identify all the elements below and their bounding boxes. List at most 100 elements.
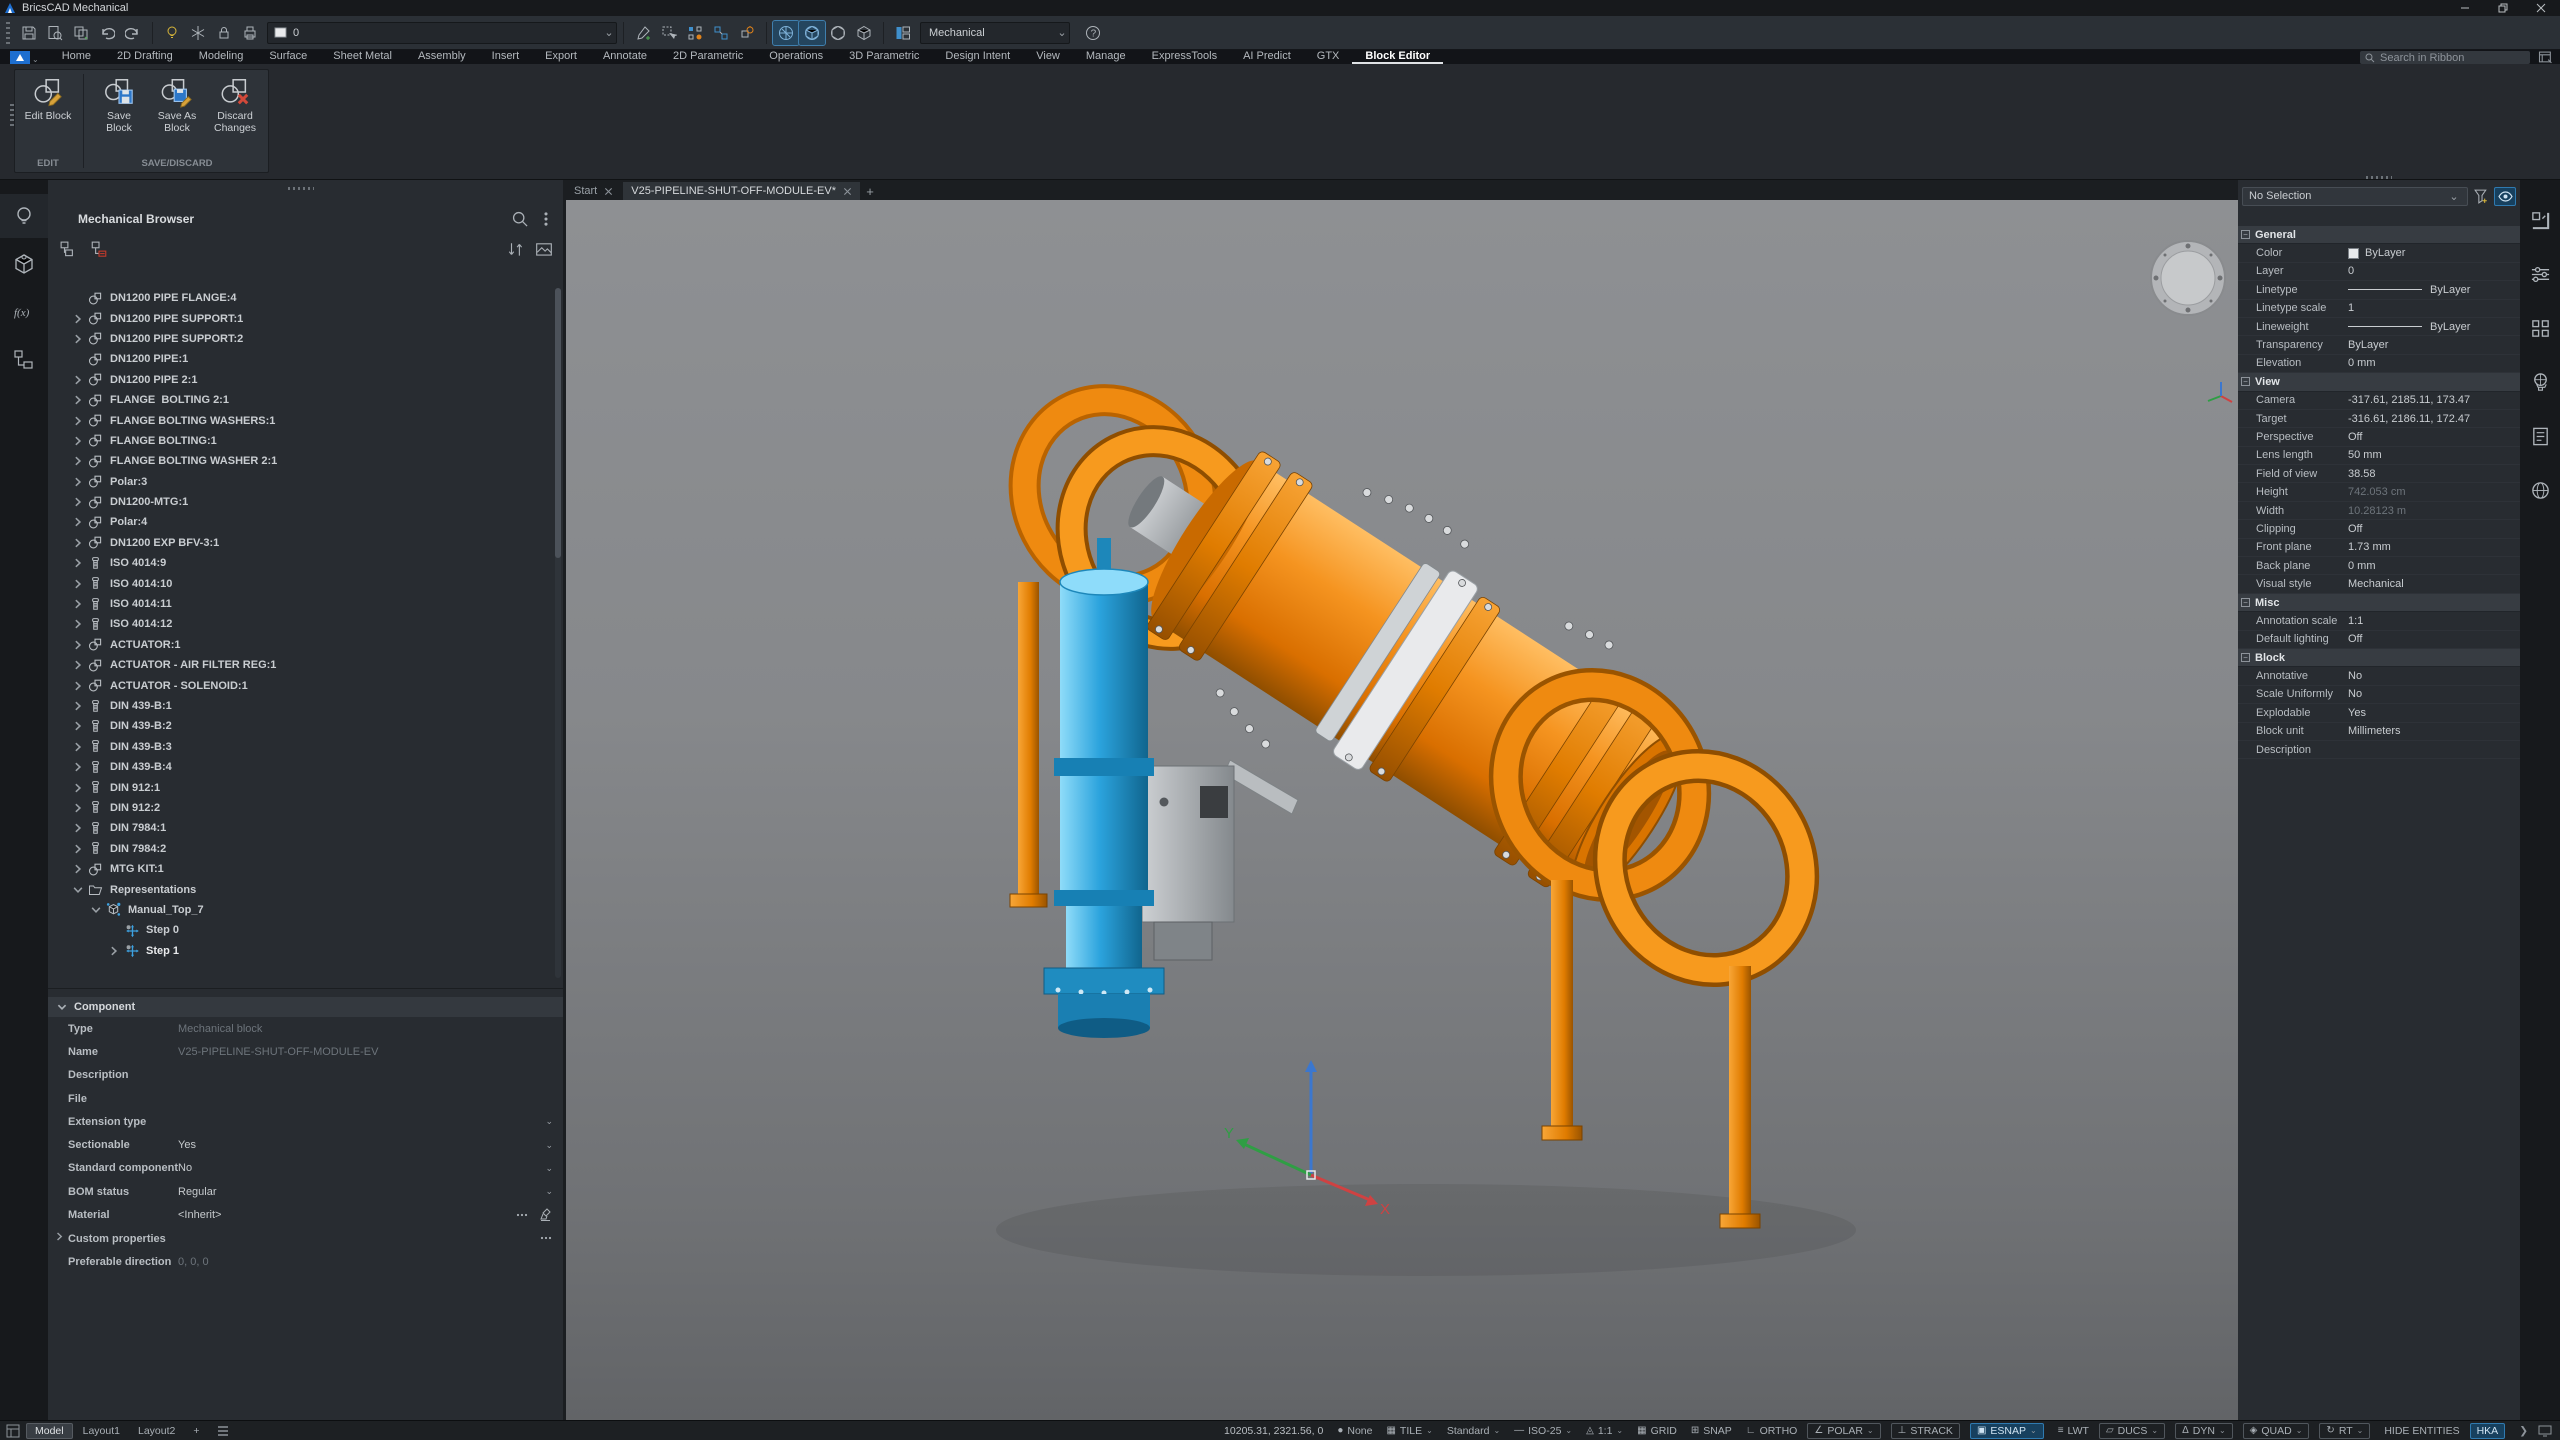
status-toggle-rt[interactable]: ↻RT⌄ (2319, 1423, 2370, 1439)
ribbon-tab-modeling[interactable]: Modeling (186, 50, 257, 64)
chevron-right-icon[interactable] (72, 455, 84, 467)
status-toggle-lwt[interactable]: ≡LWT (2058, 1425, 2089, 1437)
chevron-right-icon[interactable] (72, 618, 84, 630)
edit-block-button[interactable]: Edit Block (19, 74, 77, 156)
redo-button[interactable] (120, 21, 146, 45)
chevron-right-icon[interactable] (72, 333, 84, 345)
property-value[interactable]: -317.61, 2185.11, 173.47 (2348, 394, 2470, 406)
lock-button[interactable] (211, 21, 237, 45)
status-toggle-none[interactable]: ●None (1337, 1425, 1372, 1437)
tree-item-dn1200-pipe-1[interactable]: DN1200 PIPE:1 (48, 349, 553, 369)
save-block-button[interactable]: Save Block (90, 74, 148, 156)
chevron-down-icon[interactable]: ⌄ (545, 1116, 553, 1127)
ribbon-tab-expresstools[interactable]: ExpressTools (1139, 50, 1230, 64)
toolbar-grip[interactable] (6, 22, 10, 44)
property-value[interactable]: ByLayer (2348, 339, 2388, 351)
status-toggle-polar[interactable]: ∠POLAR⌄ (1807, 1423, 1880, 1439)
status-toggle-ducs[interactable]: ▱DUCS⌄ (2099, 1423, 2165, 1439)
property-value[interactable]: 0 mm (2348, 357, 2376, 369)
ribbon-tab-surface[interactable]: Surface (256, 50, 320, 64)
chevron-right-icon[interactable] (72, 741, 84, 753)
layout-tab-model[interactable]: Model (26, 1423, 73, 1439)
tree-item-din-912-2[interactable]: DIN 912:2 (48, 798, 553, 818)
chevron-right-icon[interactable] (72, 374, 84, 386)
navigation-compass[interactable] (2151, 241, 2225, 315)
chevron-down-icon[interactable]: ⌄ (545, 1186, 553, 1197)
layout-tab-layout1[interactable]: Layout1 (75, 1424, 128, 1438)
property-value[interactable]: -316.61, 2186.11, 172.47 (2348, 413, 2470, 425)
vcube4-button[interactable] (851, 21, 877, 45)
status-toggle-1-1[interactable]: ◬1:1⌄ (1586, 1425, 1623, 1437)
tree-item-actuator-air-filter-reg-1[interactable]: ACTUATOR - AIR FILTER REG:1 (48, 655, 553, 675)
ribbon-tab-block-editor[interactable]: Block Editor (1352, 50, 1443, 64)
chevron-right-icon[interactable] (72, 537, 84, 549)
chevron-right-icon[interactable] (72, 578, 84, 590)
vcube2-button[interactable] (799, 21, 825, 45)
corner-panel-button[interactable] (2520, 196, 2560, 244)
tree-item-actuator-solenoid-1[interactable]: ACTUATOR - SOLENOID:1 (48, 675, 553, 695)
tree-item-iso-4014-11[interactable]: ISO 4014:11 (48, 594, 553, 614)
preview-button[interactable] (42, 21, 68, 45)
vcube1-button[interactable] (773, 21, 799, 45)
property-value[interactable]: 0 (2348, 265, 2354, 277)
chevron-right-icon[interactable] (72, 415, 84, 427)
status-toggle-grid[interactable]: ▦GRID (1637, 1425, 1677, 1437)
viewport-canvas[interactable]: Y X (566, 200, 2238, 1420)
tree-item-iso-4014-10[interactable]: ISO 4014:10 (48, 573, 553, 593)
tree-item-dn1200-pipe-flange-4[interactable]: DN1200 PIPE FLANGE:4 (48, 288, 553, 308)
close-icon[interactable] (843, 187, 852, 196)
vcube3-button[interactable] (825, 21, 851, 45)
kebab-menu-icon[interactable] (537, 210, 555, 228)
document-tab-v25-pipeline-shut-off-module-ev[interactable]: V25-PIPELINE-SHUT-OFF-MODULE-EV* (623, 182, 860, 200)
tree-item-step-1[interactable]: Step 1 (48, 941, 553, 961)
property-value[interactable]: Off (2348, 633, 2362, 645)
freeze-button[interactable] (185, 21, 211, 45)
ribbon-tab-sheet-metal[interactable]: Sheet Metal (320, 50, 405, 64)
property-value[interactable]: 1 (2348, 302, 2354, 314)
ribbon-tab-view[interactable]: View (1023, 50, 1073, 64)
discard-changes-button[interactable]: Discard Changes (206, 74, 264, 156)
property-value[interactable]: Regular (178, 1186, 217, 1198)
chevron-right-icon[interactable] (72, 557, 84, 569)
property-value[interactable]: 1:1 (2348, 615, 2363, 627)
ribbon-tab-3d-parametric[interactable]: 3D Parametric (836, 50, 932, 64)
blocks-panel-button[interactable] (2520, 304, 2560, 352)
chevron-down-icon[interactable]: ⌄ (1867, 1426, 1874, 1435)
filter-icon[interactable] (2473, 188, 2490, 205)
print-button[interactable] (237, 21, 263, 45)
visibility-toggle-button[interactable] (2494, 187, 2516, 206)
property-value[interactable]: 38.58 (2348, 468, 2376, 480)
ribbon-tab-insert[interactable]: Insert (479, 50, 533, 64)
chevron-down-icon[interactable]: ⌄ (545, 1140, 553, 1151)
property-value[interactable]: Off (2348, 431, 2362, 443)
sliders-panel-button[interactable] (2520, 250, 2560, 298)
composition-button[interactable] (890, 21, 916, 45)
selection-dropdown[interactable]: No Selection ⌄ (2242, 187, 2468, 206)
chevron-right-icon[interactable] (72, 720, 84, 732)
property-value[interactable]: 10.28123 m (2348, 505, 2406, 517)
property-value[interactable]: No (178, 1162, 192, 1174)
ribbon-tab-export[interactable]: Export (532, 50, 590, 64)
chevron-down-icon[interactable]: ⌄ (1565, 1426, 1572, 1435)
undo-button[interactable] (94, 21, 120, 45)
dots-icon[interactable] (515, 1208, 529, 1222)
status-toggle-ortho[interactable]: ∟ORTHO (1746, 1425, 1798, 1437)
chevron-down-icon[interactable]: ⌄ (1616, 1426, 1623, 1435)
search-icon[interactable] (511, 210, 529, 228)
property-value[interactable]: V25-PIPELINE-SHUT-OFF-MODULE-EV (178, 1046, 378, 1058)
ribbon-tab-ai-predict[interactable]: AI Predict (1230, 50, 1304, 64)
chevron-down-icon[interactable]: ⌄ (2357, 1426, 2364, 1435)
property-value[interactable]: 742.053 cm (2348, 486, 2405, 498)
status-toggle-esnap[interactable]: ▣ESNAP⌄ (1970, 1423, 2044, 1439)
chevron-down-icon[interactable] (90, 904, 102, 916)
isolate-button[interactable] (734, 21, 760, 45)
chevron-down-icon[interactable]: ⌄ (1426, 1426, 1433, 1435)
tree-item-iso-4014-12[interactable]: ISO 4014:12 (48, 614, 553, 634)
tree-item-din-439-b-3[interactable]: DIN 439-B:3 (48, 737, 553, 757)
panel-drag-grip[interactable] (2366, 176, 2392, 179)
chevron-right-icon[interactable] (72, 496, 84, 508)
property-value[interactable]: Yes (2348, 707, 2366, 719)
help-button[interactable]: ? (1080, 21, 1106, 45)
close-button[interactable] (2522, 0, 2560, 16)
tree-item-din-439-b-2[interactable]: DIN 439-B:2 (48, 716, 553, 736)
